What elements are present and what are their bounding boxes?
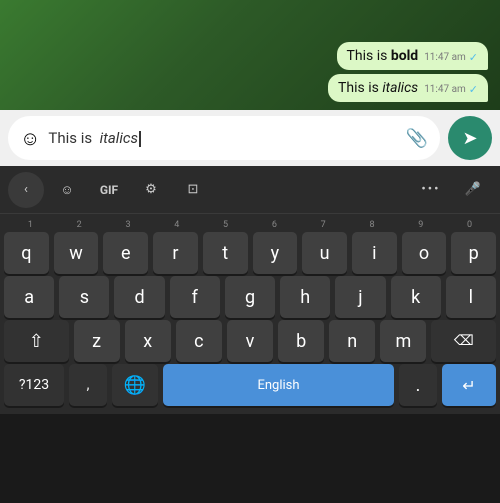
keyboard-row-bottom: ?123 , 🌐 English . ↵ <box>2 364 498 410</box>
input-wrapper[interactable]: ☺ This is italics 📎 <box>8 116 440 160</box>
key-g[interactable]: g <box>225 276 275 318</box>
key-space[interactable]: English <box>163 364 394 406</box>
key-m[interactable]: m <box>380 320 426 362</box>
key-y[interactable]: y <box>253 232 298 274</box>
key-s[interactable]: s <box>59 276 109 318</box>
gif-label: GIF <box>100 183 118 197</box>
key-123[interactable]: ?123 <box>4 364 64 406</box>
keyboard-row-2: a s d f g h j k l <box>2 276 498 318</box>
emoji-button[interactable]: ☺ <box>20 126 40 151</box>
keyboard-sticker-button[interactable]: ☺ <box>48 172 86 208</box>
send-button[interactable]: ➤ <box>448 116 492 160</box>
keyboard-mic-button[interactable]: 🎤 <box>454 172 492 208</box>
key-q[interactable]: q <box>4 232 49 274</box>
key-d[interactable]: d <box>114 276 164 318</box>
message-bubble-1: This is bold 11:47 am ✓ <box>337 42 488 70</box>
number-hints-row: 1 2 3 4 5 6 7 8 9 0 <box>2 218 498 230</box>
key-e[interactable]: e <box>103 232 148 274</box>
key-comma[interactable]: , <box>69 364 107 406</box>
chat-area: This is bold 11:47 am ✓ This is italics … <box>0 0 500 110</box>
attach-icon[interactable]: 📎 <box>406 128 428 149</box>
key-b[interactable]: b <box>278 320 324 362</box>
keyboard: 1 2 3 4 5 6 7 8 9 0 q w e r t y u i o p … <box>0 214 500 414</box>
globe-icon: 🌐 <box>124 375 146 396</box>
key-w[interactable]: w <box>54 232 99 274</box>
message-bubble-2: This is italics 11:47 am ✓ <box>328 74 488 102</box>
backspace-key[interactable]: ⌫ <box>431 320 496 362</box>
key-a[interactable]: a <box>4 276 54 318</box>
key-period[interactable]: . <box>399 364 437 406</box>
comma-label: , <box>87 377 90 393</box>
keyboard-toolbar: ‹ ☺ GIF ⚙ ⊡ ••• 🎤 <box>0 166 500 214</box>
sticker-icon: ☺ <box>60 182 73 198</box>
message-text-1: This is bold <box>347 48 419 64</box>
key-z[interactable]: z <box>74 320 120 362</box>
key-c[interactable]: c <box>176 320 222 362</box>
message-text-2: This is italics <box>338 80 418 96</box>
settings-icon: ⚙ <box>145 182 157 197</box>
key-l[interactable]: l <box>446 276 496 318</box>
mic-icon: 🎤 <box>465 182 481 197</box>
key-x[interactable]: x <box>125 320 171 362</box>
checkmark-icon-2: ✓ <box>469 83 478 96</box>
space-label: English <box>257 378 299 393</box>
key-j[interactable]: j <box>335 276 385 318</box>
more-icon: ••• <box>421 182 440 197</box>
message-input[interactable]: This is italics <box>48 129 397 147</box>
keyboard-gif-button[interactable]: GIF <box>90 172 128 208</box>
key-r[interactable]: r <box>153 232 198 274</box>
key-f[interactable]: f <box>170 276 220 318</box>
backspace-icon: ⌫ <box>454 333 474 349</box>
key-t[interactable]: t <box>203 232 248 274</box>
period-label: . <box>416 375 421 396</box>
shift-key[interactable]: ⇧ <box>4 320 69 362</box>
key-o[interactable]: o <box>402 232 447 274</box>
key-i[interactable]: i <box>352 232 397 274</box>
key-n[interactable]: n <box>329 320 375 362</box>
keyboard-row-3: ⇧ z x c v b n m ⌫ <box>2 320 498 362</box>
back-icon: ‹ <box>24 182 28 197</box>
keyboard-settings-button[interactable]: ⚙ <box>132 172 170 208</box>
key-u[interactable]: u <box>302 232 347 274</box>
key-123-label: ?123 <box>19 377 49 393</box>
input-bar: ☺ This is italics 📎 ➤ <box>0 110 500 166</box>
shift-icon: ⇧ <box>29 331 44 352</box>
translate-icon: ⊡ <box>188 182 199 197</box>
keyboard-more-button[interactable]: ••• <box>412 172 450 208</box>
key-v[interactable]: v <box>227 320 273 362</box>
enter-icon: ↵ <box>462 376 475 395</box>
key-enter[interactable]: ↵ <box>442 364 496 406</box>
message-meta-1: 11:47 am ✓ <box>424 51 478 64</box>
send-icon: ➤ <box>462 128 477 149</box>
message-meta-2: 11:47 am ✓ <box>424 83 478 96</box>
key-globe[interactable]: 🌐 <box>112 364 158 406</box>
key-k[interactable]: k <box>391 276 441 318</box>
key-h[interactable]: h <box>280 276 330 318</box>
keyboard-back-button[interactable]: ‹ <box>8 172 44 208</box>
checkmark-icon-1: ✓ <box>469 51 478 64</box>
key-p[interactable]: p <box>451 232 496 274</box>
keyboard-row-1: q w e r t y u i o p <box>2 232 498 274</box>
keyboard-translate-button[interactable]: ⊡ <box>174 172 212 208</box>
